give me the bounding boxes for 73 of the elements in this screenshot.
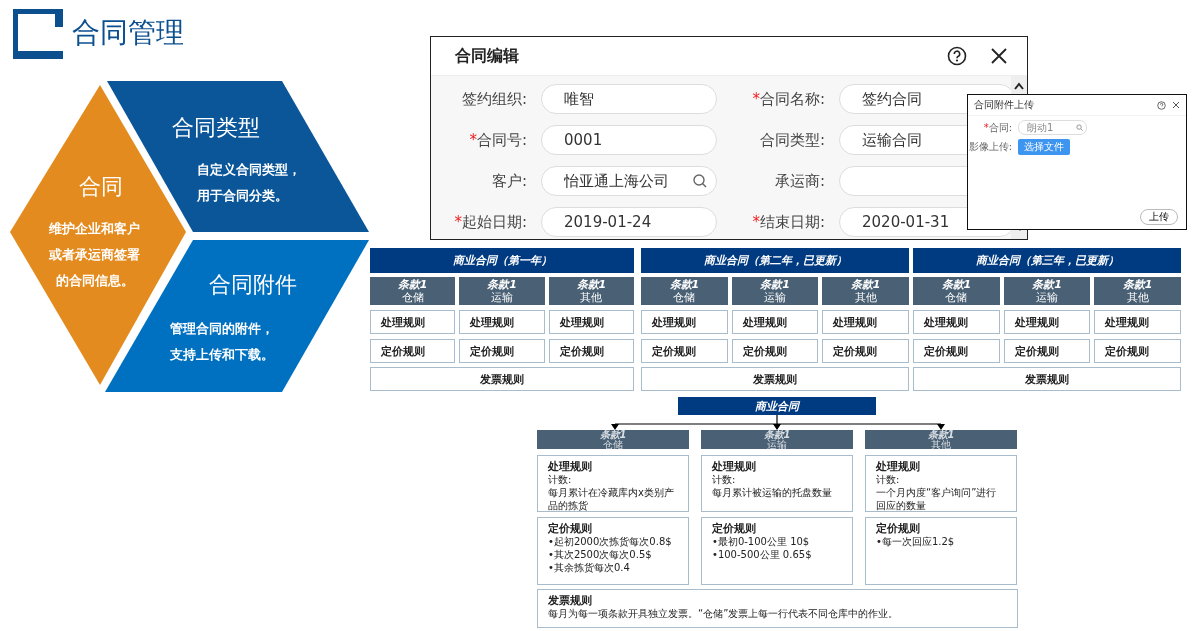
- field-label: 客户:: [490, 171, 528, 191]
- clause-header: 条款1 运输: [459, 277, 545, 305]
- rule-cell: 定价规则: [641, 339, 728, 363]
- rule-cell: 定价规则: [459, 339, 545, 363]
- clause-header: 条款1 其他: [822, 277, 909, 305]
- section-title: 合同附件: [209, 271, 297, 299]
- rule-cell: 定价规则: [370, 339, 456, 363]
- rule-cell: 处理规则: [731, 310, 819, 334]
- rule-card: 处理规则 计数: 每月累计被运输的托盘数量: [701, 455, 853, 512]
- field-label: 合同类型:: [758, 130, 826, 150]
- rule-cell: 处理规则: [459, 310, 545, 334]
- clause-header: 条款1 运输: [1003, 277, 1091, 305]
- rule-cell: 处理规则: [1094, 310, 1181, 334]
- rule-cell: 定价规则: [822, 339, 909, 363]
- field-label: *合同名称:: [751, 89, 826, 109]
- field-label: *结束日期:: [751, 212, 826, 232]
- clause-header: 条款1 运输: [701, 430, 853, 449]
- invoice-cell: 发票规则: [641, 367, 909, 391]
- rule-cell: 处理规则: [548, 310, 634, 334]
- rule-cell: 定价规则: [1003, 339, 1091, 363]
- page-title: 合同管理: [72, 15, 184, 51]
- logo-icon: [13, 9, 63, 59]
- rule-card: 处理规则 计数: 一个月内度“客户询问”进行回应的数量: [865, 455, 1017, 512]
- clause-header: 条款1 仓储: [537, 430, 689, 449]
- section-description: 管理合同的附件，支持上传和下载。: [170, 320, 275, 364]
- rule-cell: 定价规则: [913, 339, 1000, 363]
- field-label: *合同号:: [468, 130, 528, 150]
- rule-cell: 处理规则: [913, 310, 1000, 334]
- clause-header: 条款1 仓储: [641, 277, 728, 305]
- contract-header: 商业合同（第一年）: [370, 248, 634, 273]
- search-field[interactable]: 朗动1: [1018, 120, 1087, 135]
- upload-button[interactable]: 上传: [1140, 209, 1178, 225]
- contract-header: 商业合同（第三年，已更新）: [913, 248, 1181, 273]
- close-icon[interactable]: [991, 48, 1007, 64]
- section-description: 自定义合同类型，用于合同分类。: [197, 161, 302, 205]
- invoice-card: 发票规则 每月为每一项条款开具独立发票。“仓储”发票上每一行代表不同仓库中的作业。: [537, 589, 1018, 628]
- dialog-title: 合同编辑: [455, 45, 520, 67]
- field-label: *起始日期:: [453, 212, 528, 232]
- clause-header: 条款1 仓储: [370, 277, 456, 305]
- rule-cell: 处理规则: [370, 310, 456, 334]
- rule-cell: 定价规则: [731, 339, 819, 363]
- input-field[interactable]: 0001: [541, 125, 717, 155]
- invoice-cell: 发票规则: [913, 367, 1181, 391]
- rule-card: 定价规则 •最初0-100公里 10$ •100-500公里 0.65$: [701, 517, 853, 585]
- search-icon[interactable]: [692, 173, 708, 189]
- rule-cell: 定价规则: [548, 339, 634, 363]
- clause-header: 条款1 其他: [865, 430, 1017, 449]
- section-title: 合同类型: [172, 114, 260, 142]
- rule-card: 定价规则 •起初2000次拣货每次0.8$ •其次2500次每次0.5$ •其余拣货每次0.4: [537, 517, 689, 585]
- rule-card: 定价规则 •每一次回应1.2$: [865, 517, 1017, 585]
- field-label: 影像上传:: [968, 140, 1012, 154]
- search-field[interactable]: 怡亚通上海公司: [541, 166, 717, 196]
- rule-cell: 处理规则: [822, 310, 909, 334]
- field-label: 承运商:: [773, 171, 826, 191]
- section-description: 维护企业和客户或者承运商签署的合同信息。: [48, 220, 142, 290]
- section-title: 合同: [79, 173, 123, 201]
- close-icon[interactable]: [1172, 101, 1180, 109]
- rule-cell: 处理规则: [641, 310, 728, 334]
- contract-header: 商业合同: [678, 397, 876, 415]
- rule-cell: 处理规则: [1003, 310, 1091, 334]
- clause-header: 条款1 其他: [548, 277, 634, 305]
- contract-header: 商业合同（第二年，已更新）: [641, 248, 909, 273]
- rule-cell: 定价规则: [1094, 339, 1181, 363]
- field-label: 签约组织:: [460, 89, 528, 109]
- clause-header: 条款1 仓储: [913, 277, 1000, 305]
- scroll-up-icon[interactable]: [1014, 82, 1024, 90]
- clause-header: 条款1 其他: [1094, 277, 1181, 305]
- clause-header: 条款1 运输: [731, 277, 819, 305]
- rule-card: 处理规则 计数: 每月累计在冷藏库内x类别产品的拣货: [537, 455, 689, 512]
- input-field[interactable]: 唯智: [541, 84, 717, 114]
- input-field[interactable]: 2019-01-24: [541, 207, 717, 237]
- invoice-cell: 发票规则: [370, 367, 634, 391]
- help-icon[interactable]: [947, 46, 967, 66]
